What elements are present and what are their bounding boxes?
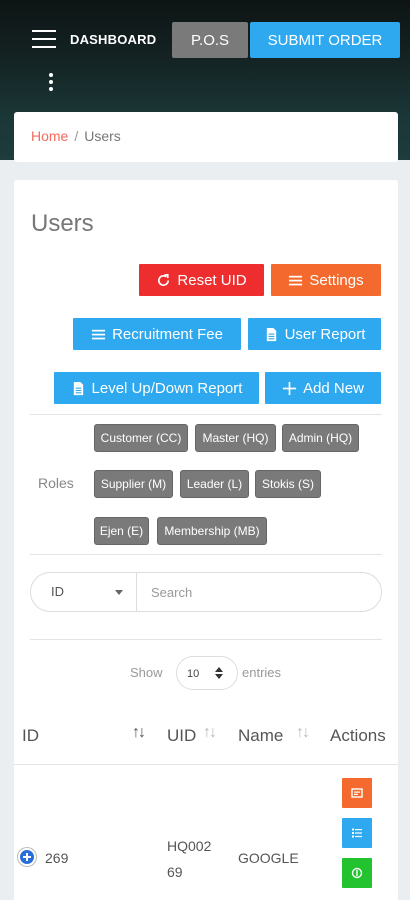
menu-icon[interactable] [32, 30, 56, 50]
search-field-select[interactable]: ID [31, 573, 137, 611]
column-header-actions: Actions [330, 726, 386, 745]
breadcrumb-separator: / [74, 128, 79, 144]
divider [30, 639, 382, 640]
breadcrumb-current: Users [84, 128, 121, 144]
roles-label: Roles [38, 475, 74, 491]
updown-caret-icon [215, 667, 223, 679]
column-header-name[interactable]: Name [238, 726, 283, 746]
user-report-label: User Report [284, 325, 366, 343]
settings-button[interactable]: Settings [271, 264, 381, 296]
cell-name: GOOGLE [238, 850, 299, 866]
sort-icon[interactable]: ↑↓ [203, 724, 217, 742]
recruitment-fee-label: Recruitment Fee [112, 325, 223, 343]
more-vertical-icon[interactable] [48, 73, 54, 93]
money-icon [351, 867, 363, 879]
role-chip[interactable]: Admin (HQ) [282, 424, 359, 452]
recruitment-fee-button[interactable]: Recruitment Fee [73, 318, 241, 350]
breadcrumb-home-link[interactable]: Home [31, 128, 68, 144]
details-button[interactable] [342, 818, 372, 848]
edit-icon [351, 787, 363, 799]
role-chip[interactable]: Customer (CC) [94, 424, 188, 452]
expand-row-icon[interactable] [18, 848, 36, 866]
table-header-divider [14, 764, 398, 765]
role-chip[interactable]: Leader (L) [180, 470, 249, 498]
payment-button[interactable] [342, 858, 372, 888]
role-chip[interactable]: Stokis (S) [255, 470, 321, 498]
sort-icon[interactable]: ↑↓ [296, 724, 310, 742]
submit-order-button[interactable]: SUBMIT ORDER [250, 22, 400, 58]
add-new-label: Add New [303, 379, 364, 397]
search-bar: ID [30, 572, 382, 612]
role-chip[interactable]: Supplier (M) [94, 470, 173, 498]
reset-uid-label: Reset UID [177, 271, 247, 289]
role-chip[interactable]: Ejen (E) [94, 517, 149, 545]
level-report-label: Level Up/Down Report [91, 379, 243, 397]
cell-uid-line2: 69 [167, 864, 183, 880]
edit-button[interactable] [342, 778, 372, 808]
settings-label: Settings [309, 271, 364, 289]
page-title: Users [31, 210, 94, 237]
entries-label: entries [242, 665, 282, 680]
divider [30, 554, 382, 555]
list-icon [91, 327, 106, 342]
chevron-down-icon [115, 590, 123, 595]
sort-icon[interactable]: ↑↓ [132, 724, 146, 742]
refresh-icon [156, 273, 171, 288]
breadcrumb: Home / Users [14, 112, 398, 162]
level-report-button[interactable]: Level Up/Down Report [54, 372, 259, 404]
role-chip[interactable]: Membership (MB) [157, 517, 267, 545]
list-icon [288, 273, 303, 288]
brand-title[interactable]: DASHBOARD [70, 32, 156, 47]
document-icon [71, 381, 86, 396]
page-length-value: 10 [187, 668, 200, 680]
pos-button[interactable]: P.O.S [172, 22, 248, 58]
column-header-id[interactable]: ID [22, 726, 39, 746]
search-field-value: ID [51, 584, 64, 599]
list-icon [351, 827, 363, 839]
page-length-control: Show 10 entries [14, 656, 398, 690]
document-icon [264, 327, 279, 342]
cell-uid-line1: HQ002 [167, 838, 212, 854]
reset-uid-button[interactable]: Reset UID [139, 264, 264, 296]
plus-icon [282, 381, 297, 396]
page-length-select[interactable]: 10 [176, 656, 238, 690]
add-new-button[interactable]: Add New [265, 372, 381, 404]
users-card: Users Reset UID Settings Recruitment Fee… [14, 180, 398, 900]
show-label: Show [130, 665, 163, 680]
role-chip[interactable]: Master (HQ) [195, 424, 276, 452]
divider [30, 414, 382, 415]
user-report-button[interactable]: User Report [248, 318, 381, 350]
search-input[interactable] [139, 574, 369, 610]
column-header-uid[interactable]: UID [167, 726, 196, 746]
cell-id: 269 [45, 850, 69, 866]
